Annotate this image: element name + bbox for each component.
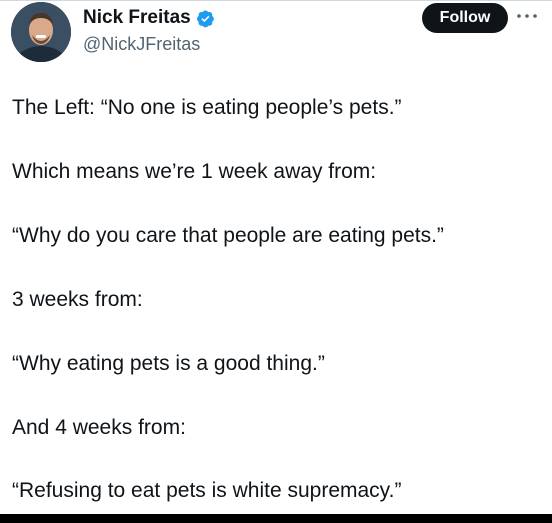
top-divider [0,0,552,1]
tweet-paragraph: The Left: “No one is eating people’s pet… [12,96,402,119]
verified-badge-icon [196,9,215,28]
tweet-paragraph: Which means we’re 1 week away from: [12,160,377,183]
more-dots-icon[interactable] [514,6,540,26]
tweet-paragraph: “Why do you care that people are eating … [12,224,444,247]
follow-button[interactable]: Follow [422,3,508,33]
avatar-image [11,2,71,62]
tweet-paragraph: “Why eating pets is a good thing.” [12,352,325,375]
author-handle[interactable]: @NickJFreitas [83,33,200,55]
author-name-row: Nick Freitas [83,6,215,30]
avatar[interactable] [11,2,71,62]
tweet-paragraph: “Refusing to eat pets is white supremacy… [12,479,402,502]
bottom-divider [0,514,552,523]
tweet-paragraph: 3 weeks from: [12,288,143,311]
author-name[interactable]: Nick Freitas [83,6,191,30]
tweet-paragraph: And 4 weeks from: [12,416,186,439]
